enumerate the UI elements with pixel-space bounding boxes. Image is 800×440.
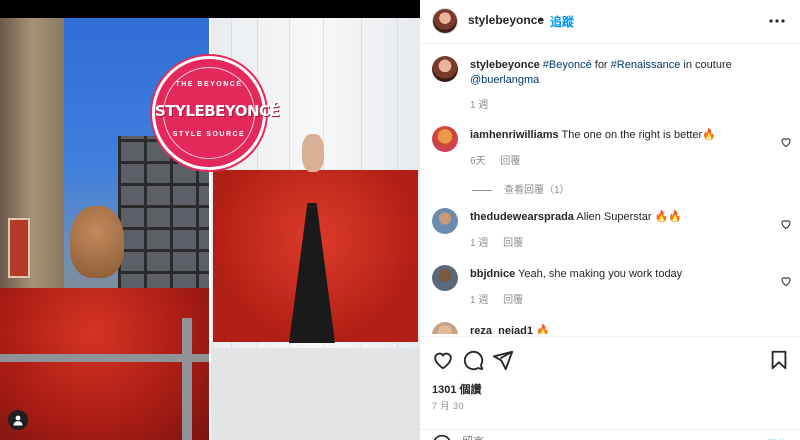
comment-time: 1 週 bbox=[470, 238, 489, 249]
post-header: stylebeyonce • 追蹤 bbox=[420, 0, 800, 44]
railing bbox=[0, 354, 209, 362]
emoji-icon[interactable] bbox=[432, 434, 452, 440]
avatar[interactable] bbox=[432, 208, 458, 234]
avatar[interactable] bbox=[432, 322, 458, 334]
comment-input[interactable] bbox=[462, 436, 722, 440]
comment-body: reza_neiad1 🔥 bbox=[470, 324, 770, 334]
logo-top-text: THE BEYONCÉ bbox=[175, 81, 243, 88]
model-head-left bbox=[70, 206, 124, 278]
mention-link[interactable]: @buerlangma bbox=[470, 74, 539, 86]
hashtag-beyonce[interactable]: #Beyoncé bbox=[543, 59, 592, 71]
avatar[interactable] bbox=[432, 56, 458, 82]
comments-list: stylebeyonce #Beyoncé for #Renaissance i… bbox=[420, 44, 800, 334]
caption-fragment: for bbox=[591, 59, 611, 71]
logo-bottom-text: STYLE SOURCE bbox=[172, 131, 246, 138]
hashtag-renaissance[interactable]: #Renaissance bbox=[611, 59, 681, 71]
comment-body: thedudewearsprada Alien Superstar 🔥🔥 bbox=[470, 210, 770, 225]
comment-time: 1 週 bbox=[470, 295, 489, 306]
follow-button[interactable]: 追蹤 bbox=[550, 13, 574, 30]
view-replies-button[interactable]: 查看回覆（1） bbox=[472, 181, 570, 196]
comment-body: bbjdnice Yeah, she making you work today bbox=[470, 267, 770, 282]
top-bar bbox=[0, 0, 420, 18]
reply-button[interactable]: 回覆 bbox=[500, 156, 520, 167]
red-gown-left bbox=[0, 288, 209, 440]
avatar[interactable] bbox=[432, 8, 458, 34]
post-date: 7 月 30 bbox=[432, 401, 465, 411]
studio-floor bbox=[211, 348, 420, 440]
more-icon[interactable] bbox=[766, 12, 788, 30]
separator-dot: • bbox=[539, 13, 544, 27]
heart-icon[interactable] bbox=[780, 218, 792, 230]
avatar[interactable] bbox=[432, 126, 458, 152]
comment-text: The one on the right is better🔥 bbox=[561, 129, 716, 141]
comment-meta: 1 週 回覆 bbox=[470, 234, 535, 249]
view-replies-label: 查看回覆（1） bbox=[504, 185, 570, 196]
comment-username[interactable]: thedudewearsprada bbox=[470, 211, 574, 223]
comment-text: 🔥 bbox=[536, 325, 550, 334]
stylebeyonce-logo: THE BEYONCÉ STYLEBEYONCÉ STYLE SOURCE bbox=[152, 56, 280, 170]
heart-icon[interactable] bbox=[780, 136, 792, 148]
post-image[interactable]: THE BEYONCÉ STYLEBEYONCÉ STYLE SOURCE bbox=[0, 0, 420, 440]
user-tag-icon[interactable] bbox=[8, 410, 28, 430]
reply-button[interactable]: 回覆 bbox=[503, 238, 523, 249]
replies-line bbox=[472, 189, 492, 191]
caption-meta: 1 週 bbox=[470, 96, 500, 111]
share-icon[interactable] bbox=[492, 349, 514, 371]
heart-icon[interactable] bbox=[780, 332, 792, 334]
logo-wordmark: STYLEBEYONCÉ bbox=[155, 102, 280, 120]
railing-post bbox=[182, 318, 192, 440]
likes-count[interactable]: 1301 個讚 bbox=[432, 381, 482, 397]
username-link[interactable]: stylebeyonce bbox=[468, 13, 544, 27]
comment-text: Yeah, she making you work today bbox=[518, 268, 683, 280]
reply-button[interactable]: 回覆 bbox=[503, 295, 523, 306]
model-head-right bbox=[302, 134, 324, 172]
heart-icon[interactable] bbox=[432, 349, 454, 371]
action-bar: 1301 個讚 7 月 30 發佈 bbox=[420, 336, 800, 440]
add-comment-bar: 發佈 bbox=[420, 429, 800, 440]
caption-text: stylebeyonce #Beyoncé for #Renaissance i… bbox=[470, 58, 770, 88]
caption-time: 1 週 bbox=[470, 100, 489, 111]
comment-username[interactable]: reza_neiad1 bbox=[470, 325, 533, 334]
stained-window bbox=[8, 218, 30, 278]
comment-meta: 6天 回覆 bbox=[470, 152, 532, 167]
comment-body: iamhenriwilliams The one on the right is… bbox=[470, 128, 770, 143]
caption-fragment: in couture bbox=[680, 59, 732, 71]
comment-username[interactable]: bbjdnice bbox=[470, 268, 515, 280]
comment-time: 6天 bbox=[470, 156, 486, 167]
post-side-panel: stylebeyonce • 追蹤 stylebeyonce #Beyoncé … bbox=[420, 0, 800, 440]
comment-text: Alien Superstar 🔥🔥 bbox=[576, 211, 683, 223]
comment-icon[interactable] bbox=[462, 349, 484, 371]
comment-meta: 1 週 回覆 bbox=[470, 291, 535, 306]
caption-username[interactable]: stylebeyonce bbox=[470, 59, 540, 71]
heart-icon[interactable] bbox=[780, 275, 792, 287]
bookmark-icon[interactable] bbox=[768, 349, 790, 371]
post-comment-button[interactable]: 發佈 bbox=[766, 436, 788, 440]
comment-username[interactable]: iamhenriwilliams bbox=[470, 129, 559, 141]
avatar[interactable] bbox=[432, 265, 458, 291]
